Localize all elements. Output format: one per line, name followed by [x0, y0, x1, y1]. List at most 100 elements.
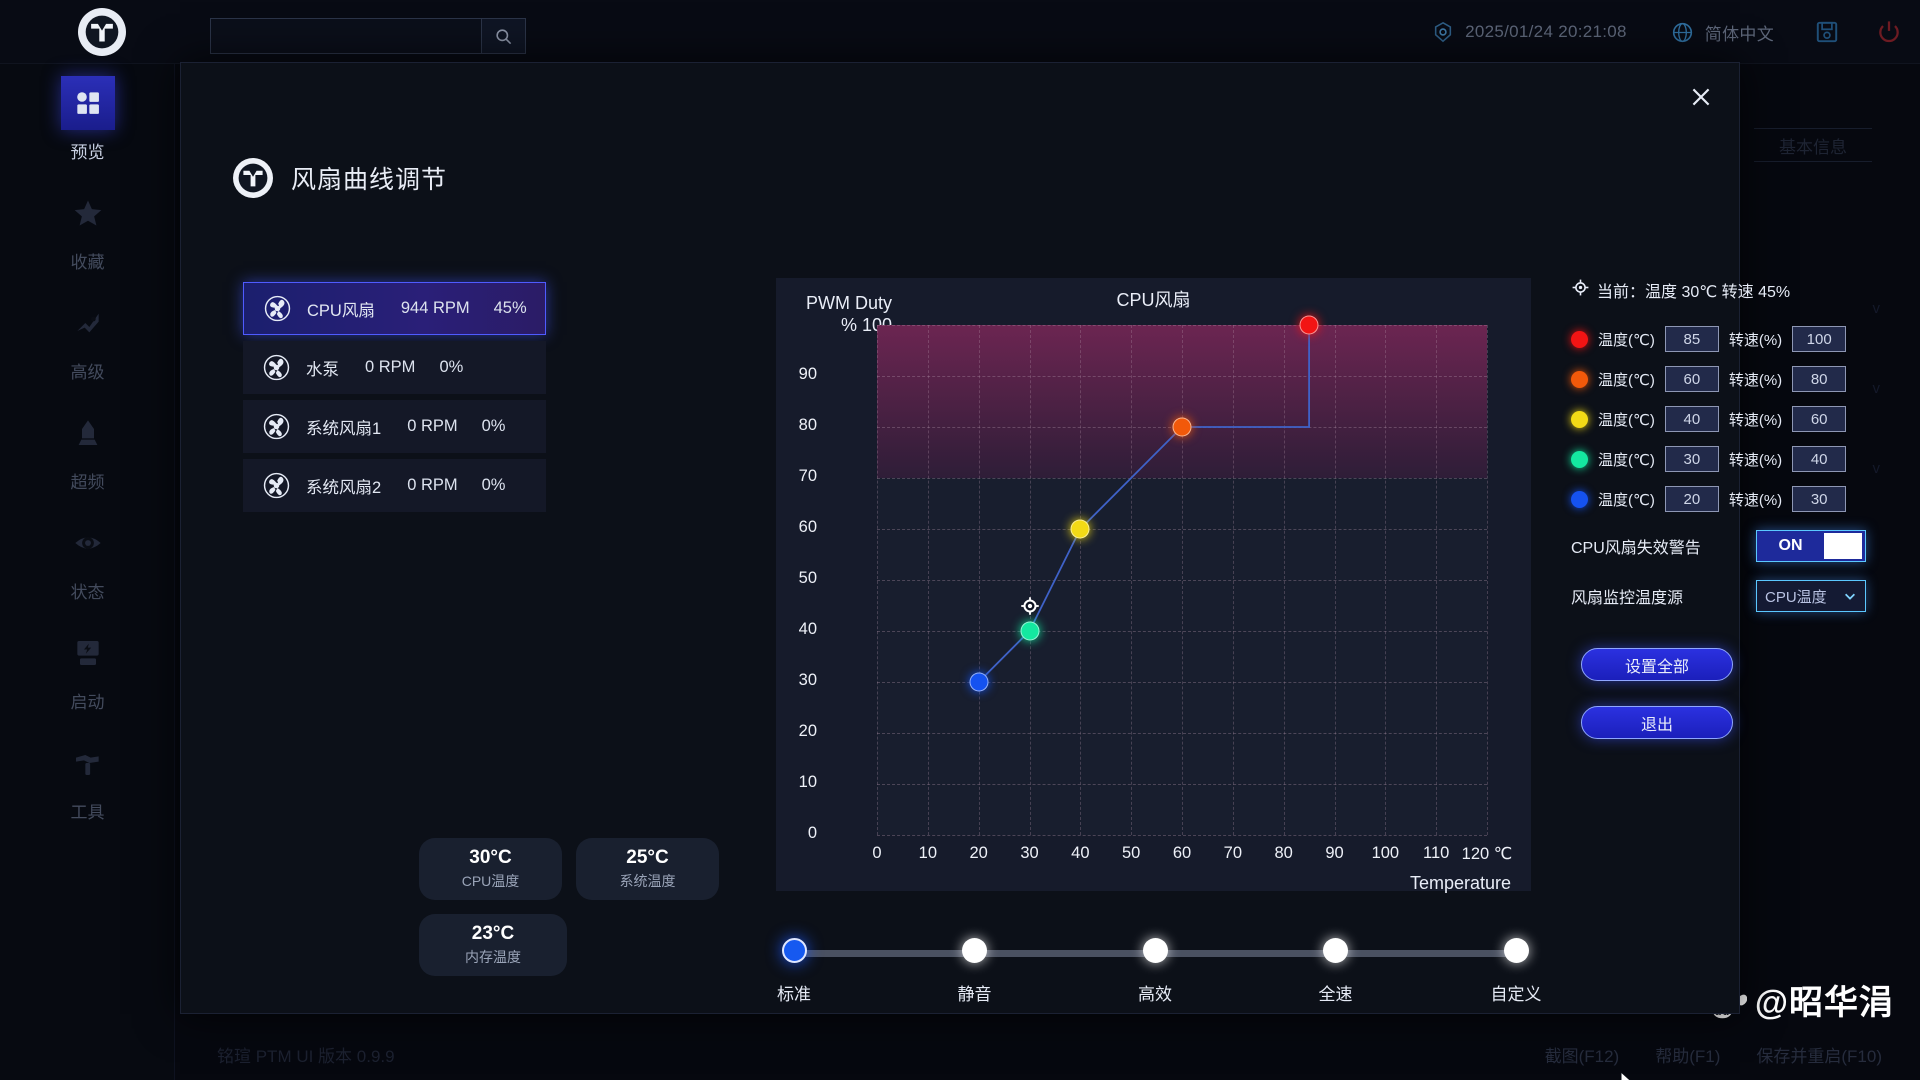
temp-field-label: 温度(℃) [1598, 329, 1655, 350]
temp-input[interactable] [1665, 366, 1719, 392]
chevron-down-icon [1843, 589, 1857, 603]
save-button[interactable] [1796, 0, 1858, 64]
y-axis-tick: 70 [757, 467, 817, 486]
curve-point-handle[interactable] [1020, 622, 1039, 641]
sidebar-item-6[interactable]: 启动 [0, 614, 175, 724]
status-shortcut-group: 截图(F12) 帮助(F1) 保存并重启(F10) [1545, 1042, 1882, 1067]
fan-rpm: 0 RPM [407, 417, 457, 436]
exit-button[interactable]: 退出 [1581, 706, 1733, 739]
fan-rpm: 0 RPM [407, 476, 457, 495]
fan-name: 水泵 [306, 356, 339, 380]
curve-point-color-dot [1571, 411, 1588, 428]
temp-value: 23°C [472, 923, 514, 945]
fan-duty: 0% [482, 476, 506, 495]
fan-list: CPU风扇944 RPM45%水泵0 RPM0%系统风扇10 RPM0%系统风扇… [243, 282, 546, 518]
sidebar-item-5[interactable]: 状态 [0, 504, 175, 614]
fan-list-item[interactable]: CPU风扇944 RPM45% [243, 282, 546, 335]
sidebar-item-label: 工具 [71, 798, 105, 823]
fan-icon-wrap [263, 413, 290, 440]
speed-field-label: 转速(%) [1729, 409, 1782, 430]
temp-name: 内存温度 [465, 947, 521, 967]
sidebar-item-4[interactable]: 超频 [0, 394, 175, 504]
temp-value: 25°C [626, 847, 668, 869]
page-title: 风扇曲线调节 [291, 160, 447, 196]
speed-input[interactable] [1792, 486, 1846, 512]
sidebar-item-label: 启动 [71, 688, 105, 713]
preset-dot [1323, 938, 1348, 963]
curve-point-row: 温度(℃)转速(%) [1571, 326, 1901, 352]
plot-area[interactable] [877, 325, 1487, 835]
fan-list-item[interactable]: 系统风扇20 RPM0% [243, 459, 546, 512]
speed-input[interactable] [1792, 366, 1846, 392]
status-shortcut-2[interactable]: 帮助(F1) [1655, 1042, 1720, 1067]
curve-point-handle[interactable] [1300, 316, 1319, 335]
header-right-group: 2025/01/24 20:21:08 简体中文 [1409, 0, 1920, 64]
temperature-cards: 30°CCPU温度25°C系统温度23°C内存温度 [419, 838, 719, 990]
preset-dot [1143, 938, 1168, 963]
fan-icon [263, 472, 290, 499]
curve-point-color-dot [1571, 331, 1588, 348]
dialog-header: 风扇曲线调节 [233, 158, 447, 198]
sidebar-item-7[interactable]: 工具 [0, 724, 175, 834]
status-shortcut-3[interactable]: 保存并重启(F10) [1756, 1042, 1882, 1067]
temp-input[interactable] [1665, 406, 1719, 432]
temp-source-select[interactable]: CPU温度 [1756, 580, 1866, 612]
search-input[interactable] [210, 18, 482, 54]
power-button[interactable] [1858, 0, 1920, 64]
x-axis-label: Temperature [776, 873, 1511, 894]
status-shortcut-1[interactable]: 截图(F12) [1545, 1042, 1620, 1067]
curve-point-row: 温度(℃)转速(%) [1571, 486, 1901, 512]
boot-icon [72, 637, 104, 669]
temp-input[interactable] [1665, 446, 1719, 472]
sidebar-item-label: 超频 [71, 468, 105, 493]
x-axis-tick: 0 [872, 844, 881, 863]
preset-dot [782, 938, 807, 963]
set-all-button[interactable]: 设置全部 [1581, 648, 1733, 681]
dialog-logo-icon [233, 158, 273, 198]
curve-point-handle[interactable] [969, 673, 988, 692]
speed-input[interactable] [1792, 326, 1846, 352]
sidebar-item-2[interactable]: 收藏 [0, 174, 175, 284]
preset-node[interactable]: 标准 [779, 938, 809, 968]
sidebar-item-label: 状态 [71, 578, 105, 603]
temp-input[interactable] [1665, 326, 1719, 352]
sidebar-item-1[interactable]: 预览 [0, 64, 175, 174]
y-axis-tick: 50 [757, 569, 817, 588]
preset-node[interactable]: 全速 [1321, 938, 1351, 968]
preset-node[interactable]: 自定义 [1501, 938, 1531, 968]
cpu-fan-warning-toggle[interactable]: ON [1756, 530, 1866, 562]
preset-node[interactable]: 高效 [1140, 938, 1170, 968]
curve-point-handle[interactable] [1173, 418, 1192, 437]
speed-input[interactable] [1792, 406, 1846, 432]
language-selector[interactable]: 简体中文 [1649, 0, 1796, 64]
close-icon[interactable] [1685, 81, 1717, 113]
curve-point-handle[interactable] [1071, 520, 1090, 539]
x-axis-tick: 90 [1325, 844, 1343, 863]
sidebar-item-3[interactable]: 高级 [0, 284, 175, 394]
target-icon [1571, 278, 1590, 302]
temperature-card: 23°C内存温度 [419, 914, 567, 976]
speed-input[interactable] [1792, 446, 1846, 472]
preset-label: 静音 [958, 980, 992, 1005]
background-tab-basic-info[interactable]: 基本信息 [1754, 128, 1872, 162]
datetime-text: 2025/01/24 20:21:08 [1465, 22, 1627, 42]
y-axis-tick: 90 [757, 365, 817, 384]
temp-field-label: 温度(℃) [1598, 369, 1655, 390]
x-axis-tick: 80 [1274, 844, 1292, 863]
rocket-icon [72, 417, 104, 449]
preset-node[interactable]: 静音 [960, 938, 990, 968]
fan-curve-chart[interactable]: CPU风扇 PWM Duty % 100 [776, 278, 1531, 891]
fan-list-item[interactable]: 水泵0 RPM0% [243, 341, 546, 394]
speed-field-label: 转速(%) [1729, 449, 1782, 470]
current-status-text: 当前：温度 30℃ 转速 45% [1597, 278, 1790, 302]
curve-point-color-dot [1571, 371, 1588, 388]
temp-input[interactable] [1665, 486, 1719, 512]
search-button[interactable] [482, 18, 526, 54]
fan-icon-wrap [264, 295, 291, 322]
preset-label: 全速 [1319, 980, 1353, 1005]
temp-source-label: 风扇监控温度源 [1571, 584, 1756, 608]
tools-icon-box [61, 736, 115, 790]
curve-line [877, 325, 1487, 835]
temp-field-label: 温度(℃) [1598, 409, 1655, 430]
fan-list-item[interactable]: 系统风扇10 RPM0% [243, 400, 546, 453]
